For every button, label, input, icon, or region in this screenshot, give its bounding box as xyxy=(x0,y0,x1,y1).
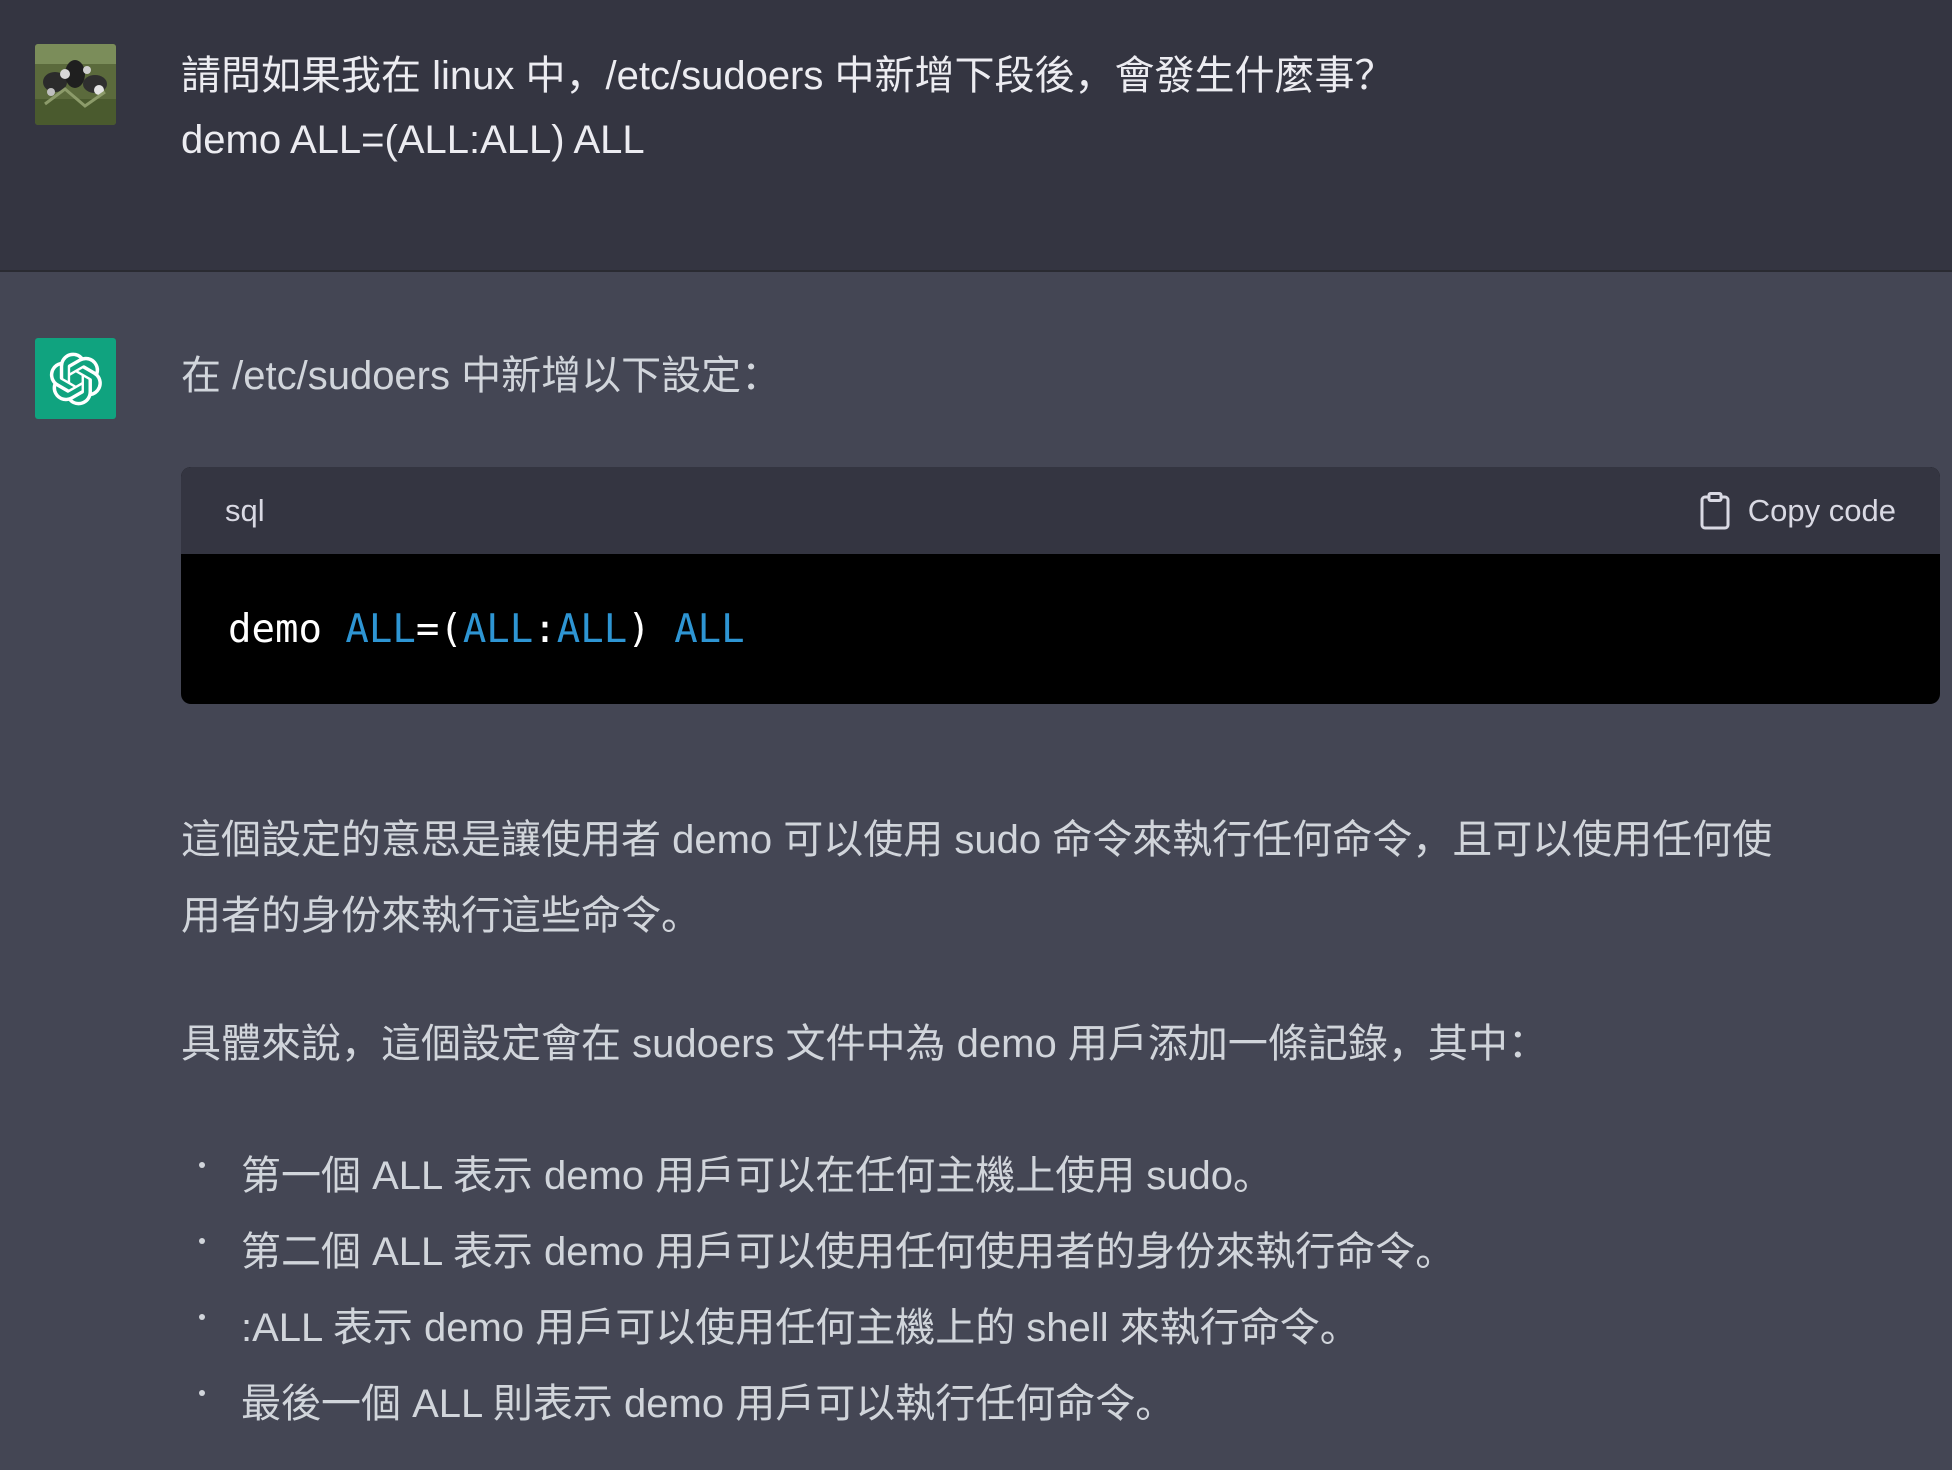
list-item-text: 最後一個 ALL 則表示 demo 用戶可以執行任何命令。 xyxy=(241,1382,1176,1426)
assistant-avatar xyxy=(35,338,116,419)
list-item: 第一個 ALL 表示 demo 用戶可以在任何主機上使用 sudo。 xyxy=(181,1138,1901,1214)
code-content: demo ALL =(ALL: ALL) ALL xyxy=(181,554,1940,704)
code-token-keyword: ALL xyxy=(345,606,416,652)
answer-paragraph-1: 這個設定的意思是讓使用者 demo 可以使用 sudo 命令來執行任何命令，且可… xyxy=(181,802,1901,954)
bullet-dot-icon xyxy=(199,1162,205,1168)
answer-intro: 在 /etc/sudoers 中新增以下設定： xyxy=(181,354,782,398)
user-avatar-image xyxy=(35,44,116,125)
answer-paragraph-2: 具體來說，這個設定會在 sudoers 文件中為 demo 用戶添加一條記錄，其… xyxy=(181,1022,1548,1066)
code-token: demo xyxy=(228,606,346,652)
code-block: sql Copy code demo ALL =(ALL: ALL) ALL xyxy=(181,467,1940,704)
user-message-line-2: demo ALL=(ALL:ALL) ALL xyxy=(181,118,645,162)
list-item: 最後一個 ALL 則表示 demo 用戶可以執行任何命令。 xyxy=(181,1366,1901,1442)
answer-paragraph-1-line-1: 這個設定的意思是讓使用者 demo 可以使用 sudo 命令來執行任何命令，且可… xyxy=(181,818,1773,862)
code-language-label: sql xyxy=(225,492,265,528)
user-avatar xyxy=(35,44,116,125)
code-token: : xyxy=(533,606,557,652)
code-block-header: sql Copy code xyxy=(181,467,1940,554)
list-item-text: 第二個 ALL 表示 demo 用戶可以使用任何使用者的身份來執行命令。 xyxy=(241,1230,1456,1274)
list-item-text: 第一個 ALL 表示 demo 用戶可以在任何主機上使用 sudo。 xyxy=(241,1154,1274,1198)
answer-bullet-list: 第一個 ALL 表示 demo 用戶可以在任何主機上使用 sudo。 第二個 A… xyxy=(181,1138,1901,1442)
list-item-text: :ALL 表示 demo 用戶可以使用任何主機上的 shell 來執行命令。 xyxy=(241,1306,1360,1350)
copy-code-button[interactable]: Copy code xyxy=(1700,491,1896,530)
code-token-keyword: ALL xyxy=(556,606,628,652)
bullet-dot-icon xyxy=(199,1314,205,1320)
code-token-keyword: ALL xyxy=(462,606,534,652)
code-token: =( xyxy=(415,606,463,652)
user-message: 請問如果我在 linux 中，/etc/sudoers 中新增下段後，會發生什麼… xyxy=(0,0,1952,272)
bullet-dot-icon xyxy=(199,1390,205,1396)
clipboard-icon xyxy=(1700,491,1730,529)
code-token: ) xyxy=(627,606,675,652)
answer-paragraph-1-line-2: 用者的身份來執行這些命令。 xyxy=(181,894,701,938)
list-item: :ALL 表示 demo 用戶可以使用任何主機上的 shell 來執行命令。 xyxy=(181,1290,1901,1366)
openai-logo-icon xyxy=(49,352,102,405)
user-message-line-1: 請問如果我在 linux 中，/etc/sudoers 中新增下段後，會發生什麼… xyxy=(181,54,1395,98)
copy-code-label: Copy code xyxy=(1747,492,1896,528)
user-message-text: 請問如果我在 linux 中，/etc/sudoers 中新增下段後，會發生什麼… xyxy=(181,44,1881,172)
list-item: 第二個 ALL 表示 demo 用戶可以使用任何使用者的身份來執行命令。 xyxy=(181,1214,1901,1290)
code-token-keyword: ALL xyxy=(674,606,745,652)
bullet-dot-icon xyxy=(199,1238,205,1244)
